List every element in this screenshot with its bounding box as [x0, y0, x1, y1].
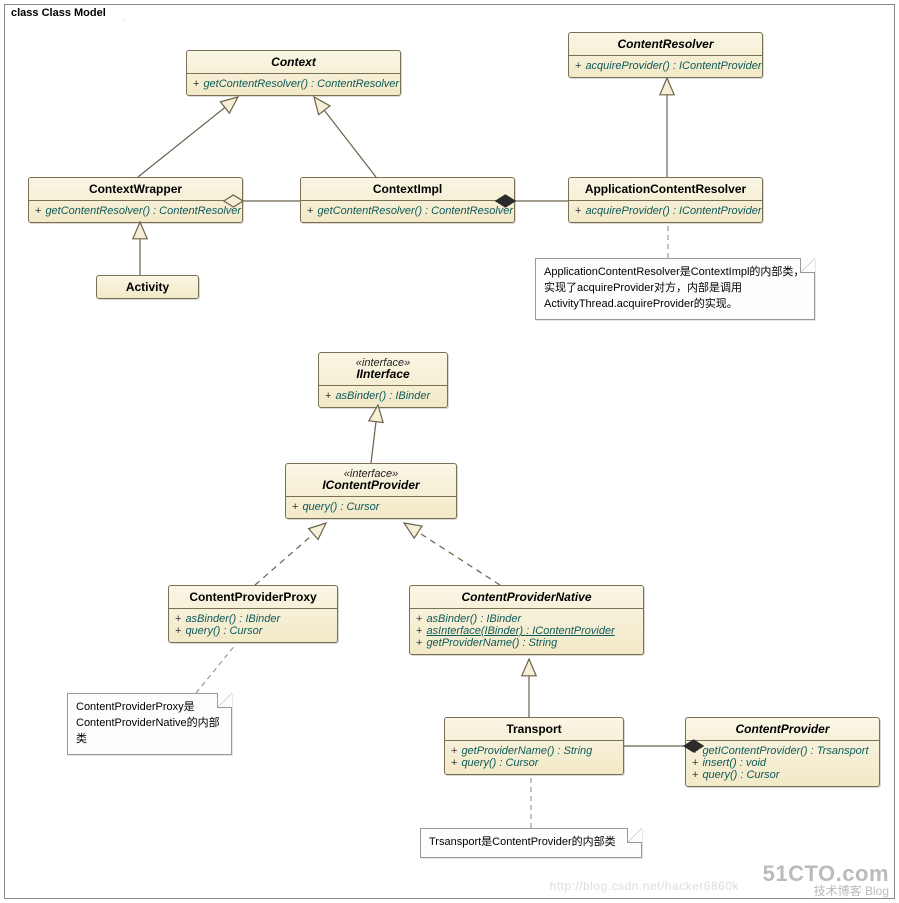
- class-name: ContextWrapper: [35, 182, 236, 196]
- frame-title: class Class Model: [4, 4, 125, 21]
- class-Activity: Activity: [96, 275, 199, 299]
- class-name: IContentProvider: [292, 478, 450, 492]
- class-name: ContentResolver: [575, 37, 756, 51]
- watermark-url: http://blog.csdn.net/hacker6860k: [550, 879, 739, 893]
- class-name: Transport: [451, 722, 617, 736]
- note-transport: Trsansport是ContentProvider的内部类: [420, 828, 642, 858]
- class-Context: Context +getContentResolver() : ContentR…: [186, 50, 401, 96]
- class-ContentProviderNative: ContentProviderNative +asBinder() : IBin…: [409, 585, 644, 655]
- member: getContentResolver() : ContentResolver: [203, 78, 399, 90]
- class-ContentProviderProxy: ContentProviderProxy +asBinder() : IBind…: [168, 585, 338, 643]
- member: getProviderName() : String: [461, 745, 592, 757]
- class-name: ContentProviderProxy: [175, 590, 331, 604]
- member: insert() : void: [702, 757, 766, 769]
- class-name: ApplicationContentResolver: [575, 182, 756, 196]
- class-name: Context: [193, 55, 394, 69]
- class-ContentProvider: ContentProvider +getIContentProvider() :…: [685, 717, 880, 787]
- member: acquireProvider() : IContentProvider: [585, 205, 761, 217]
- member: getIContentProvider() : Trsansport: [702, 745, 868, 757]
- member: query() : Cursor: [461, 757, 538, 769]
- note-acr: ApplicationContentResolver是ContextImpl的内…: [535, 258, 815, 320]
- watermark: 51CTO.com 技术博客 Blog: [763, 863, 889, 897]
- member: acquireProvider() : IContentProvider: [585, 60, 761, 72]
- watermark-line2: 技术博客 Blog: [763, 885, 889, 897]
- note-proxy: ContentProviderProxy是ContentProviderNati…: [67, 693, 232, 755]
- class-IContentProvider: «interface» IContentProvider +query() : …: [285, 463, 457, 519]
- member: query() : Cursor: [185, 625, 262, 637]
- member: asInterface(IBinder) : IContentProvider: [426, 625, 614, 637]
- member: getContentResolver() : ContentResolver: [45, 205, 241, 217]
- member: getProviderName() : String: [426, 637, 557, 649]
- watermark-line1: 51CTO.com: [763, 863, 889, 885]
- class-name: Activity: [103, 280, 192, 294]
- diagram-canvas: class Class Model Context +getContentRes…: [0, 0, 899, 903]
- class-Transport: Transport +getProviderName() : String +q…: [444, 717, 624, 775]
- class-ContentResolver: ContentResolver +acquireProvider() : ICo…: [568, 32, 763, 78]
- member: asBinder() : IBinder: [426, 613, 521, 625]
- member: query() : Cursor: [302, 501, 379, 513]
- member: query() : Cursor: [702, 769, 779, 781]
- class-ContextWrapper: ContextWrapper +getContentResolver() : C…: [28, 177, 243, 223]
- class-name: IInterface: [325, 367, 441, 381]
- class-IInterface: «interface» IInterface +asBinder() : IBi…: [318, 352, 448, 408]
- class-name: ContentProvider: [692, 722, 873, 736]
- class-ApplicationContentResolver: ApplicationContentResolver +acquireProvi…: [568, 177, 763, 223]
- class-name: ContentProviderNative: [416, 590, 637, 604]
- member: asBinder() : IBinder: [185, 613, 280, 625]
- class-ContextImpl: ContextImpl +getContentResolver() : Cont…: [300, 177, 515, 223]
- member: getContentResolver() : ContentResolver: [317, 205, 513, 217]
- member: asBinder() : IBinder: [335, 390, 430, 402]
- class-name: ContextImpl: [307, 182, 508, 196]
